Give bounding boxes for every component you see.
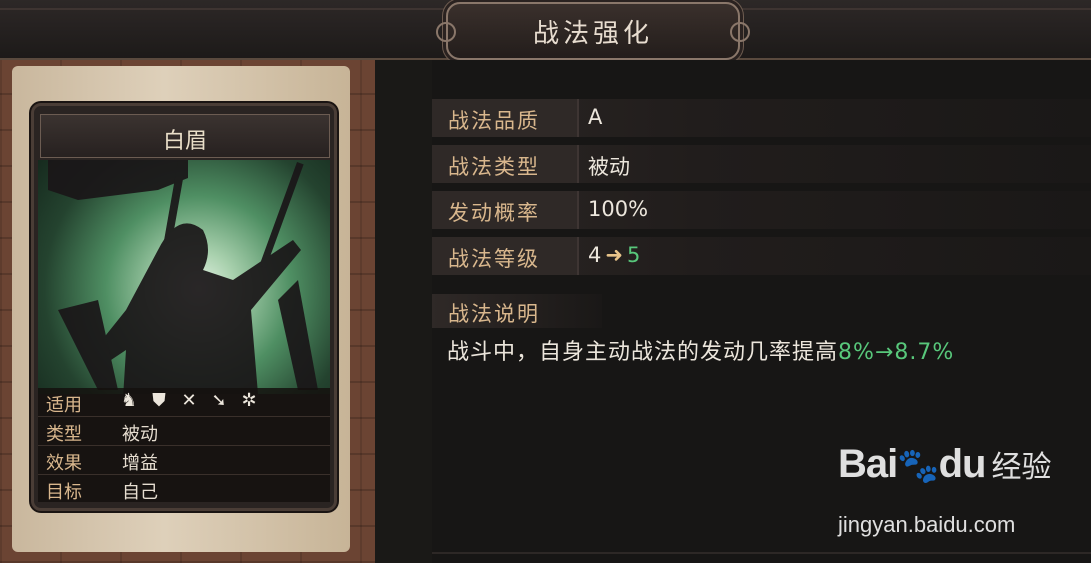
stat-value: 被动 [122, 424, 158, 445]
stat-row-applicable: 适用 ♞ ⛊ ✕ ➘ ✲ [38, 388, 330, 417]
watermark-text: 经验 [991, 450, 1052, 485]
skill-name: 白眉 [162, 129, 207, 154]
top-banner: 战法强化 [0, 0, 1091, 60]
arrow-right-icon: ➜ [605, 243, 623, 267]
page-title: 战法强化 [532, 19, 653, 49]
description-highlight: 8%→8.7% [838, 340, 955, 365]
cavalry-icon: ♞ [120, 390, 138, 411]
stat-row-effect: 效果 增益 [38, 446, 330, 475]
stat-label: 效果 [46, 453, 82, 474]
attr-label: 战法等级 [448, 247, 540, 271]
description-body: 战斗中，自身主动战法的发动几率提高 [447, 340, 839, 365]
description-title: 战法说明 [448, 302, 540, 326]
troop-type-icons: ♞ ⛊ ✕ ➘ ✲ [118, 390, 260, 411]
level-value: 4 ➜ 5 [588, 243, 640, 267]
baidu-watermark: Bai🐾du 经验 jingyan.baidu.com [838, 442, 1052, 537]
attr-row-quality: 战法品质 A [432, 99, 1091, 137]
bottom-divider [432, 552, 1091, 554]
skill-card[interactable]: 白眉 适用 ♞ ⛊ ✕ ➘ ✲ 类型 被动 效果 增益 目标 自己 [31, 103, 337, 511]
warrior-silhouette-icon [48, 160, 318, 394]
description-text: 战斗中，自身主动战法的发动几率提高8%→8.7% [447, 334, 954, 366]
watermark-logo-suffix: du [938, 442, 987, 486]
stat-value: 自己 [122, 482, 158, 503]
attr-label: 战法品质 [448, 109, 540, 133]
bow-icon: ✕ [181, 390, 197, 411]
description-title-bar: 战法说明 [432, 294, 602, 328]
wheel-icon: ✲ [241, 390, 257, 411]
attr-value: A [588, 105, 603, 129]
level-from: 4 [588, 243, 602, 267]
spear-icon: ➘ [211, 390, 227, 411]
stat-value: 增益 [122, 453, 158, 474]
paw-icon: 🐾 [897, 447, 939, 485]
stat-label: 类型 [46, 424, 82, 445]
skill-artwork [38, 160, 330, 394]
stat-row-target: 目标 自己 [38, 475, 330, 503]
skill-stats: 适用 ♞ ⛊ ✕ ➘ ✲ 类型 被动 效果 增益 目标 自己 [38, 388, 330, 503]
shield-icon: ⛊ [152, 390, 166, 411]
attr-label: 战法类型 [448, 155, 540, 179]
attr-label: 发动概率 [448, 201, 540, 225]
attr-row-trigger-rate: 发动概率 100% [432, 191, 1091, 229]
stat-row-type: 类型 被动 [38, 417, 330, 446]
watermark-url: jingyan.baidu.com [838, 512, 1016, 537]
skill-name-bar: 白眉 [40, 114, 330, 158]
watermark-logo: Bai [838, 442, 898, 486]
title-plate: 战法强化 [436, 2, 750, 60]
level-to: 5 [626, 243, 641, 267]
stat-label: 目标 [46, 482, 82, 503]
attr-value: 100% [588, 197, 649, 221]
stat-label: 适用 [46, 395, 82, 416]
attr-value: 被动 [588, 155, 630, 179]
attr-row-type: 战法类型 被动 [432, 145, 1091, 183]
attr-row-level: 战法等级 4 ➜ 5 [432, 237, 1091, 275]
